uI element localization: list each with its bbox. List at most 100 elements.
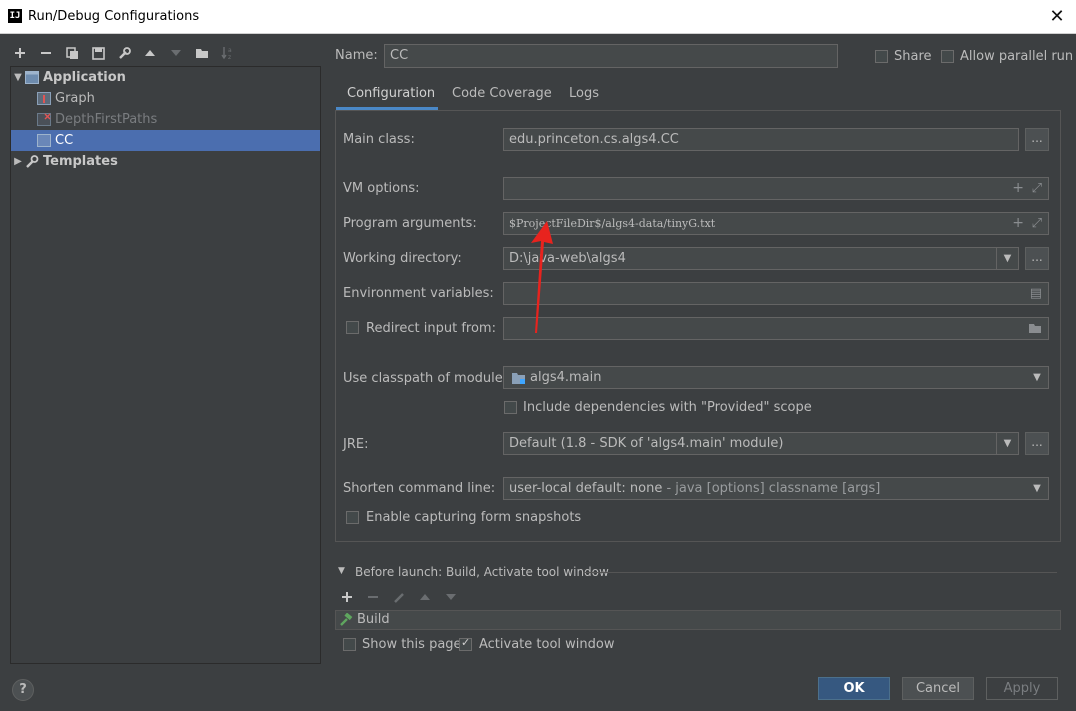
- share-label[interactable]: Share: [894, 49, 932, 64]
- include-dependencies-checkbox[interactable]: [504, 401, 517, 414]
- chevron-down-icon[interactable]: ▼: [996, 433, 1018, 454]
- main-class-label: Main class:: [343, 132, 415, 147]
- tree-item-graph[interactable]: Graph: [11, 88, 320, 109]
- jre-label: JRE:: [343, 437, 369, 452]
- shorten-command-line-value: user-local default: none: [509, 481, 663, 496]
- include-dependencies-label[interactable]: Include dependencies with "Provided" sco…: [523, 400, 812, 415]
- chevron-down-icon[interactable]: ▼: [1026, 478, 1048, 499]
- before-launch-task-build[interactable]: Build: [357, 612, 390, 627]
- activate-tool-window-checkbox[interactable]: [459, 636, 472, 651]
- move-down-icon[interactable]: [166, 43, 186, 63]
- classpath-module-label: Use classpath of module:: [343, 371, 508, 386]
- environment-variables-label: Environment variables:: [343, 286, 494, 301]
- sort-icon[interactable]: az: [218, 43, 238, 63]
- program-arguments-label: Program arguments:: [343, 216, 477, 231]
- browse-main-class-button[interactable]: ...: [1025, 128, 1049, 151]
- tree-item-cc[interactable]: CC: [11, 130, 320, 151]
- before-launch-task-list: Build: [335, 610, 1061, 630]
- tab-configuration[interactable]: Configuration: [347, 86, 435, 101]
- application-icon: [25, 71, 39, 84]
- add-icon[interactable]: [10, 43, 30, 63]
- redirect-input-checkbox[interactable]: [346, 321, 359, 334]
- allow-parallel-checkbox[interactable]: [941, 50, 954, 63]
- working-directory-combo[interactable]: D:\java-web\algs4 ▼: [503, 247, 1019, 270]
- browse-jre-button[interactable]: ...: [1025, 432, 1049, 455]
- edit-icon[interactable]: [389, 587, 409, 607]
- shorten-command-line-hint: - java [options] classname [args]: [662, 481, 881, 496]
- title-bar: IJ Run/Debug Configurations ✕: [0, 0, 1076, 34]
- working-directory-label: Working directory:: [343, 251, 462, 266]
- move-down-icon[interactable]: [441, 587, 461, 607]
- wrench-icon[interactable]: [114, 43, 134, 63]
- tree-item-depthfirstpaths[interactable]: DepthFirstPaths: [11, 109, 320, 130]
- expand-icon[interactable]: ⤢: [1032, 213, 1042, 234]
- classpath-module-value: algs4.main: [530, 370, 602, 385]
- wrench-icon: [25, 155, 39, 168]
- module-folder-icon: [511, 371, 526, 388]
- tree-item-label: DepthFirstPaths: [55, 112, 158, 127]
- environment-variables-field[interactable]: ▤: [503, 282, 1049, 305]
- svg-text:z: z: [228, 54, 231, 60]
- move-up-icon[interactable]: [140, 43, 160, 63]
- name-field[interactable]: CC: [384, 44, 838, 68]
- folder-icon[interactable]: [1028, 318, 1042, 339]
- close-icon[interactable]: ✕: [1044, 4, 1070, 30]
- tree-item-application[interactable]: ▼ Application: [11, 67, 320, 88]
- cancel-button[interactable]: Cancel: [902, 677, 974, 700]
- temporary-config-icon: [37, 113, 51, 126]
- save-icon[interactable]: [88, 43, 108, 63]
- folder-icon[interactable]: [192, 43, 212, 63]
- browse-working-directory-button[interactable]: ...: [1025, 247, 1049, 270]
- program-arguments-field[interactable]: $ProjectFileDir$/algs4-data/tinyG.txt + …: [503, 212, 1049, 235]
- show-this-page-label[interactable]: Show this page: [362, 637, 462, 652]
- program-arguments-value: $ProjectFileDir$/algs4-data/tinyG.txt: [509, 217, 716, 230]
- intellij-icon: IJ: [8, 9, 22, 23]
- vm-options-field[interactable]: + ⤢: [503, 177, 1049, 200]
- remove-icon[interactable]: [36, 43, 56, 63]
- show-this-page-checkbox[interactable]: [343, 638, 356, 651]
- expand-arrow-icon[interactable]: ▼: [11, 72, 25, 83]
- shorten-command-line-combo[interactable]: user-local default: none - java [options…: [503, 477, 1049, 500]
- tree-item-label: Application: [43, 70, 126, 85]
- allow-parallel-label[interactable]: Allow parallel run: [960, 49, 1073, 64]
- hammer-icon: [339, 612, 353, 631]
- share-checkbox[interactable]: [875, 50, 888, 63]
- main-class-field[interactable]: edu.princeton.cs.algs4.CC: [503, 128, 1019, 151]
- chevron-down-icon[interactable]: ▼: [1026, 367, 1048, 388]
- tree-item-templates[interactable]: ▶ Templates: [11, 151, 320, 172]
- add-icon[interactable]: +: [1012, 178, 1024, 199]
- apply-button[interactable]: Apply: [986, 677, 1058, 700]
- move-up-icon[interactable]: [415, 587, 435, 607]
- tab-code-coverage[interactable]: Code Coverage: [452, 86, 552, 101]
- working-directory-value: D:\java-web\algs4: [509, 251, 626, 266]
- redirect-input-field[interactable]: [503, 317, 1049, 340]
- before-launch-separator: [583, 572, 1057, 573]
- tree-item-label: Graph: [55, 91, 95, 106]
- before-launch-title[interactable]: Before launch: Build, Activate tool wind…: [355, 565, 609, 579]
- config-toolbar: az: [10, 42, 238, 64]
- svg-text:a: a: [228, 47, 232, 54]
- classpath-module-combo[interactable]: algs4.main ▼: [503, 366, 1049, 389]
- application-config-icon: [37, 134, 51, 147]
- enable-snapshots-checkbox[interactable]: [346, 511, 359, 524]
- collapse-arrow-icon[interactable]: ▶: [11, 156, 25, 167]
- ok-button[interactable]: OK: [818, 677, 890, 700]
- redirect-input-label[interactable]: Redirect input from:: [366, 321, 496, 336]
- before-launch-toggle-icon[interactable]: ▼: [338, 566, 345, 576]
- tree-item-label: CC: [55, 133, 74, 148]
- vm-options-label: VM options:: [343, 181, 420, 196]
- remove-icon[interactable]: [363, 587, 383, 607]
- application-config-icon: [37, 92, 51, 105]
- help-button[interactable]: ?: [12, 679, 34, 701]
- jre-combo[interactable]: Default (1.8 - SDK of 'algs4.main' modul…: [503, 432, 1019, 455]
- expand-icon[interactable]: ⤢: [1032, 178, 1042, 199]
- activate-tool-window-label[interactable]: Activate tool window: [479, 637, 614, 652]
- tab-logs[interactable]: Logs: [569, 86, 599, 101]
- copy-icon[interactable]: [62, 43, 82, 63]
- window-title: Run/Debug Configurations: [28, 9, 200, 24]
- chevron-down-icon[interactable]: ▼: [996, 248, 1018, 269]
- document-icon[interactable]: ▤: [1030, 283, 1042, 304]
- add-icon[interactable]: +: [1012, 213, 1024, 234]
- add-icon[interactable]: [337, 587, 357, 607]
- enable-snapshots-label[interactable]: Enable capturing form snapshots: [366, 510, 581, 525]
